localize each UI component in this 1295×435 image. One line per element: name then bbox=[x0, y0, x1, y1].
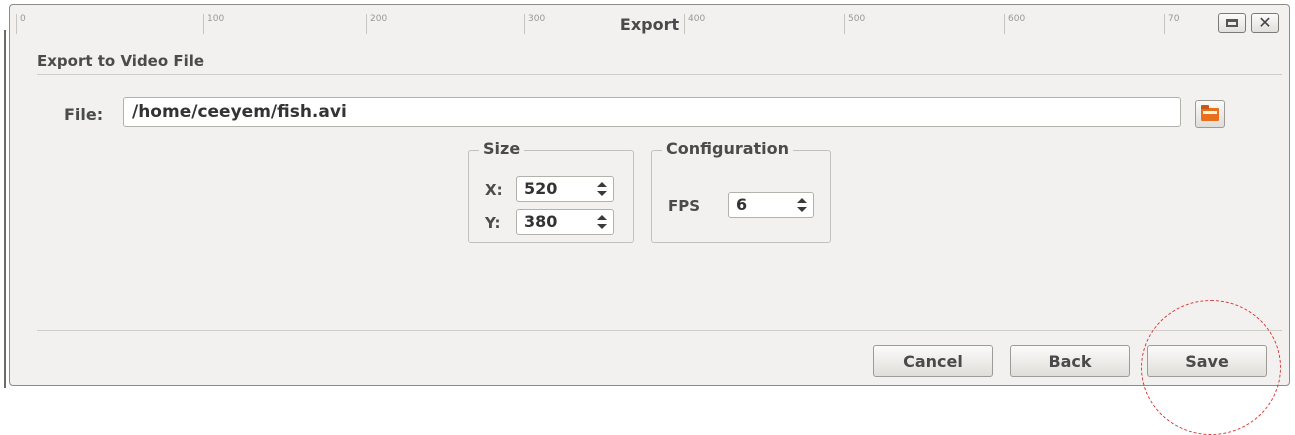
close-button[interactable]: ✕ bbox=[1251, 13, 1279, 33]
y-value: 380 bbox=[524, 212, 558, 231]
cancel-button[interactable]: Cancel bbox=[873, 345, 993, 377]
window-title: Export bbox=[619, 15, 680, 34]
ruler-tick: 0 bbox=[16, 14, 26, 34]
divider bbox=[37, 74, 1282, 75]
folder-open-icon bbox=[1201, 104, 1219, 121]
ruler-tick: 300 bbox=[524, 14, 545, 34]
section-title: Export to Video File bbox=[37, 52, 205, 70]
y-spinbox[interactable]: 380 bbox=[516, 209, 614, 235]
decrement-icon[interactable] bbox=[597, 224, 607, 229]
ruler-tick: 500 bbox=[844, 14, 865, 34]
decrement-icon[interactable] bbox=[597, 191, 607, 196]
maximize-button[interactable] bbox=[1218, 13, 1246, 33]
y-spin-arrows[interactable] bbox=[595, 213, 609, 231]
close-icon: ✕ bbox=[1258, 13, 1272, 32]
fps-value: 6 bbox=[736, 195, 748, 214]
configuration-group-title: Configuration bbox=[662, 139, 794, 158]
file-label: File: bbox=[64, 105, 104, 124]
size-group-title: Size bbox=[479, 139, 525, 158]
maximize-icon bbox=[1226, 19, 1238, 27]
fps-label: FPS bbox=[668, 197, 701, 215]
increment-icon[interactable] bbox=[597, 182, 607, 187]
back-button[interactable]: Back bbox=[1010, 345, 1130, 377]
x-label: X: bbox=[485, 181, 503, 199]
increment-icon[interactable] bbox=[797, 198, 807, 203]
decrement-icon[interactable] bbox=[797, 207, 807, 212]
x-spinbox[interactable]: 520 bbox=[516, 176, 614, 202]
highlight-annotation bbox=[1141, 300, 1281, 435]
ruler-tick: 100 bbox=[203, 14, 224, 34]
browse-button[interactable] bbox=[1195, 100, 1225, 128]
x-spin-arrows[interactable] bbox=[595, 180, 609, 198]
size-group: Size X: 520 Y: 380 bbox=[468, 139, 634, 243]
x-value: 520 bbox=[524, 179, 558, 198]
divider bbox=[37, 330, 1282, 331]
export-dialog: 0 100 200 300 400 500 600 70 Export ✕ Ex… bbox=[9, 4, 1290, 386]
ruler-tick: 400 bbox=[684, 14, 705, 34]
configuration-group: Configuration FPS 6 bbox=[651, 139, 831, 243]
file-path-input[interactable]: /home/ceeyem/fish.avi bbox=[123, 97, 1181, 127]
ruler-tick: 200 bbox=[366, 14, 387, 34]
increment-icon[interactable] bbox=[597, 215, 607, 220]
ruler-tick: 600 bbox=[1004, 14, 1025, 34]
fps-spin-arrows[interactable] bbox=[795, 196, 809, 214]
fps-spinbox[interactable]: 6 bbox=[728, 192, 814, 218]
ruler-tick: 70 bbox=[1164, 14, 1179, 34]
y-label: Y: bbox=[485, 214, 501, 232]
title-bar: 0 100 200 300 400 500 600 70 Export ✕ bbox=[10, 5, 1289, 39]
